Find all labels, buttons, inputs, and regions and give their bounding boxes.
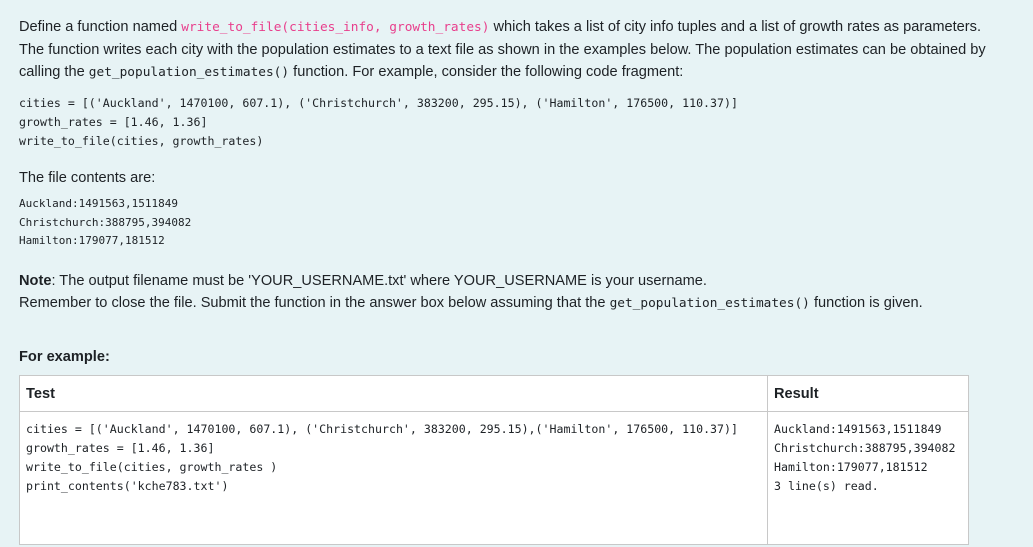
file-contents: Auckland:1491563,1511849 Christchurch:38…: [19, 195, 1013, 251]
note-label: Note: [19, 272, 52, 289]
note-text: : The output filename must be 'YOUR_USER…: [51, 272, 707, 289]
file-line: Christchurch:388795,394082: [19, 215, 192, 229]
result-line: Christchurch:388795,394082: [774, 440, 956, 455]
note-paragraph: Note: The output filename must be 'YOUR_…: [19, 270, 1013, 315]
result-line: Auckland:1491563,1511849: [774, 421, 942, 436]
result-line: Hamilton:179077,181512: [774, 459, 928, 474]
file-contents-label: The file contents are:: [19, 170, 156, 186]
code-fragment: cities = [('Auckland', 1470100, 607.1), …: [19, 94, 1013, 151]
code-line: write_to_file(cities, growth_rates): [19, 134, 264, 148]
result-cell: Auckland:1491563,1511849 Christchurch:38…: [767, 410, 969, 545]
code-line: cities = [('Auckland', 1470100, 607.1), …: [19, 96, 738, 110]
table-row: cities = [('Auckland', 1470100, 607.1), …: [19, 410, 969, 545]
test-line: write_to_file(cities, growth_rates ): [26, 459, 278, 474]
desc-after-signature: which takes a list of city info tuples a…: [489, 19, 982, 35]
remember-code: get_population_estimates(): [609, 295, 810, 311]
question-page: Define a function named write_to_file(ci…: [0, 0, 1033, 547]
result-column-header: Result: [767, 374, 969, 412]
test-line: cities = [('Auckland', 1470100, 607.1), …: [26, 421, 738, 436]
file-line: Hamilton:179077,181512: [19, 234, 165, 247]
example-header-row: Test Result: [19, 374, 969, 412]
desc-line-2: The function writes each city with the p…: [19, 42, 986, 58]
test-column-header: Test: [19, 374, 768, 412]
desc-prefix: Define a function named: [19, 19, 182, 35]
test-line: growth_rates = [1.46, 1.36]: [26, 440, 215, 455]
remember-suffix: function is given.: [809, 294, 923, 311]
desc-line-3-prefix: calling the: [19, 64, 89, 80]
example-heading: For example:: [19, 348, 110, 365]
function-signature: write_to_file(cities_info, growth_rates): [181, 20, 490, 35]
question-description: Define a function named write_to_file(ci…: [19, 16, 1013, 84]
population-function-code: get_population_estimates(): [88, 65, 290, 80]
file-line: Auckland:1491563,1511849: [19, 197, 178, 210]
test-cell: cities = [('Auckland', 1470100, 607.1), …: [19, 410, 768, 545]
remember-prefix: Remember to close the file. Submit the f…: [19, 294, 610, 311]
result-output: Auckland:1491563,1511849 Christchurch:38…: [774, 420, 962, 496]
test-code: cities = [('Auckland', 1470100, 607.1), …: [26, 420, 761, 496]
code-line: growth_rates = [1.46, 1.36]: [19, 115, 208, 129]
result-line: 3 line(s) read.: [774, 478, 879, 493]
test-line: print_contents('kche783.txt'): [26, 478, 229, 493]
example-table: Test Result cities = [('Auckland', 14701…: [19, 374, 969, 545]
desc-line-3-suffix: function. For example, consider the foll…: [289, 64, 684, 80]
